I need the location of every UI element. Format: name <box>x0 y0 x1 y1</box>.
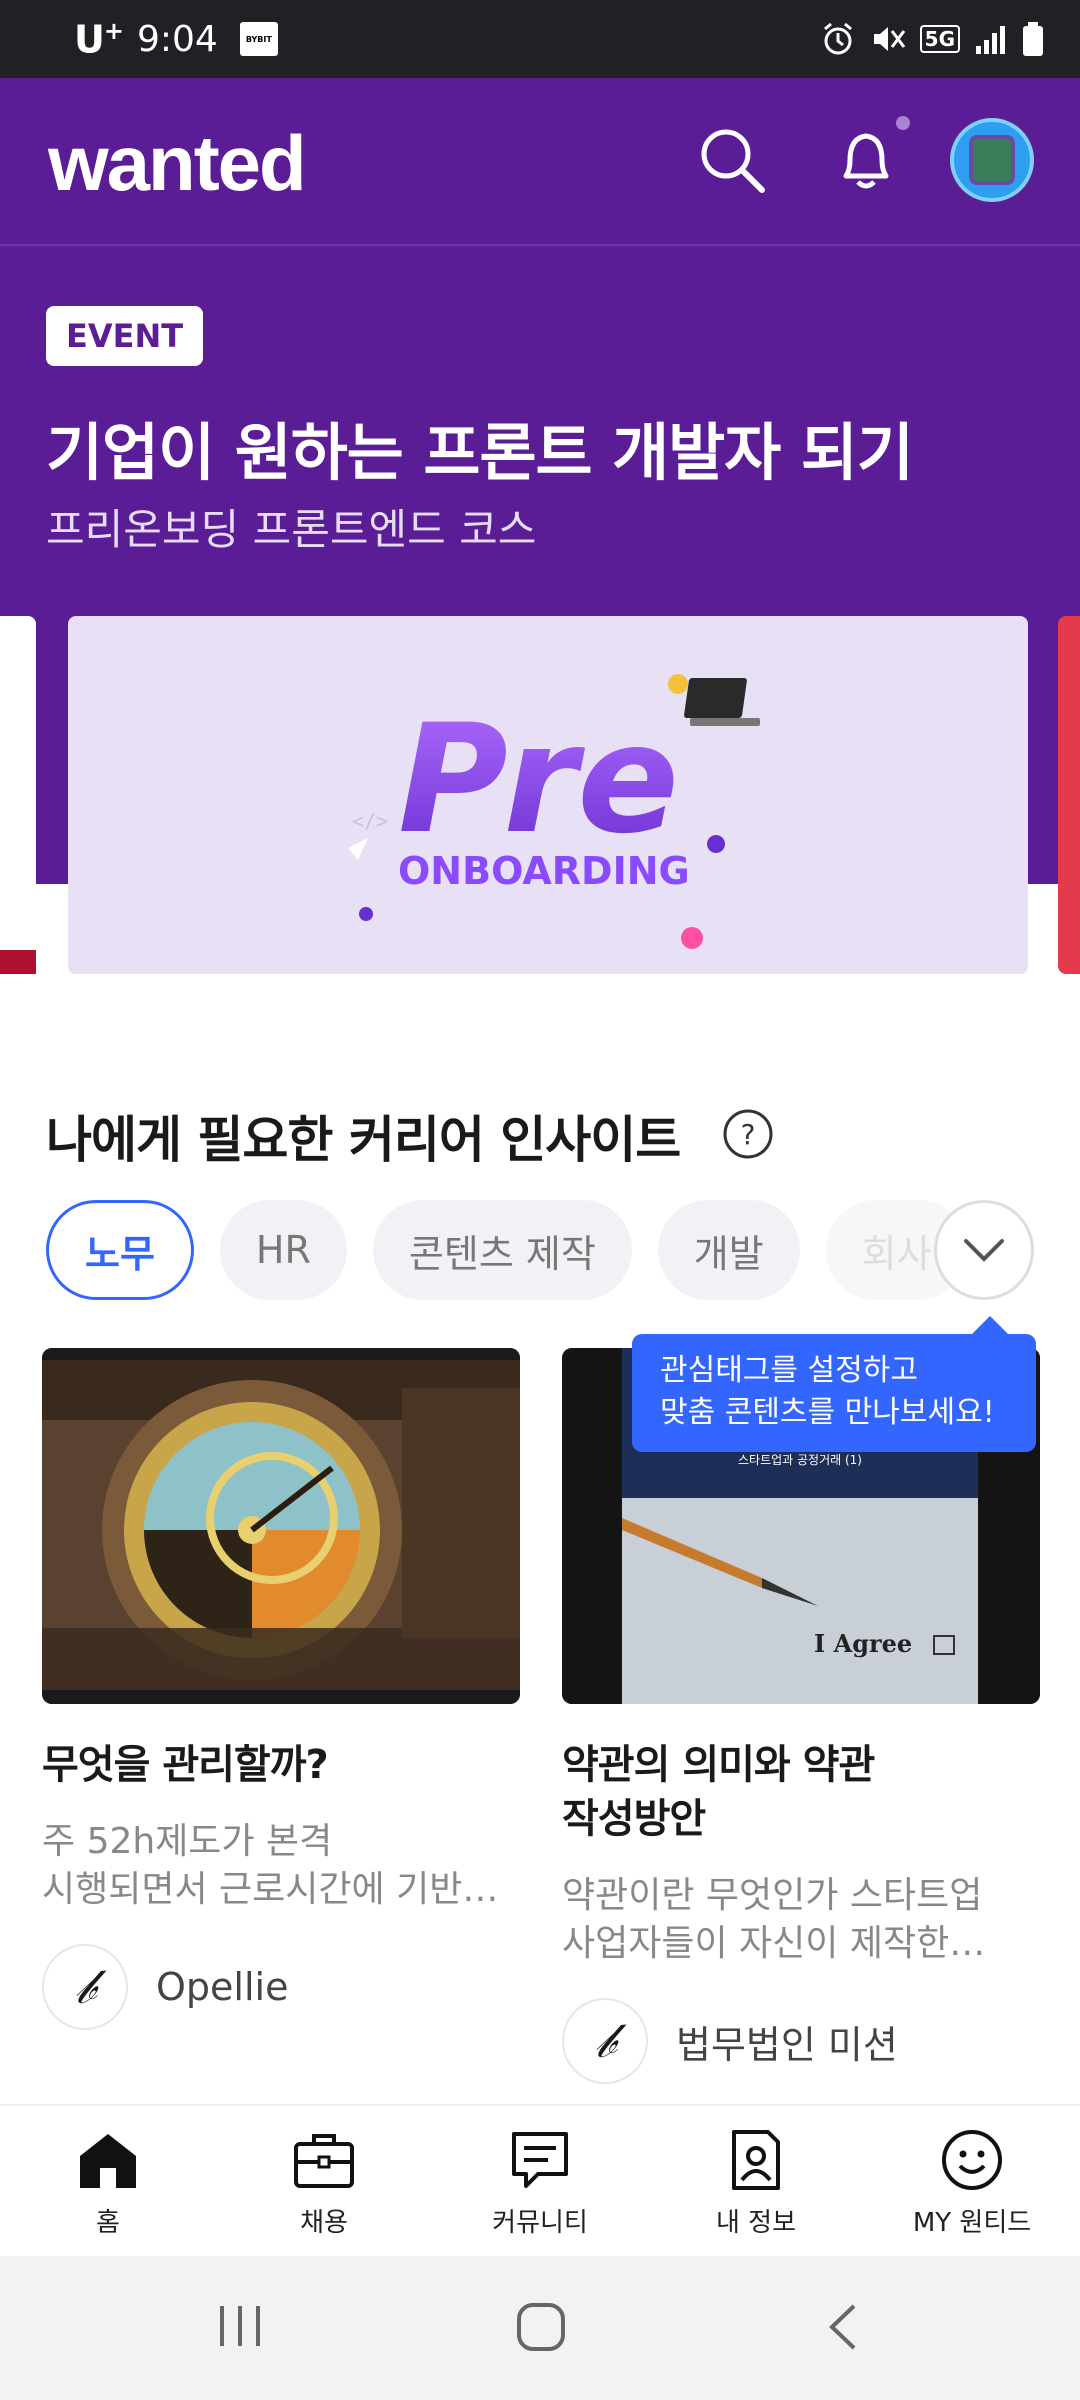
expand-tags-button[interactable] <box>934 1200 1034 1300</box>
signal-icon <box>976 26 1005 54</box>
svg-text:Pre: Pre <box>398 693 679 867</box>
alarm-icon <box>823 22 852 55</box>
prev-banner-card[interactable] <box>0 616 36 974</box>
home-icon <box>80 2134 136 2188</box>
nav-community[interactable]: 커뮤니티 <box>432 2106 648 2256</box>
nav-label: 홈 <box>96 2208 120 2238</box>
svg-text:I Agree: I Agree <box>814 1629 912 1658</box>
tag-tooltip[interactable]: 관심태그를 설정하고 맞춤 콘텐츠를 만나보세요! <box>632 1334 1036 1452</box>
svg-text:?: ? <box>741 1118 756 1151</box>
chip-hr[interactable]: HR <box>219 1200 347 1300</box>
nav-label: MY 원티드 <box>912 2208 1032 2238</box>
tag-chips: 노무 HR 콘텐츠 제작 개발 회사 <box>46 1200 968 1300</box>
insight-card[interactable]: 스타트업과 공정거래 (1) I Agree 약관의 의미와 약관 작성방안 약… <box>562 1348 1040 2084</box>
author-name: Opellie <box>156 1965 289 2009</box>
author-name: 법무법인 미션 <box>676 2022 898 2067</box>
svg-text:ONBOARDING: ONBOARDING <box>398 849 690 893</box>
insight-card[interactable]: 무엇을 관리할까? 주 52h제도가 본격 시행되면서 근로시간에 기반… 𝒷 … <box>42 1348 520 2030</box>
app-header: wanted <box>0 78 1080 244</box>
nav-label: 채용 <box>300 2208 348 2238</box>
briefcase-icon <box>294 2134 354 2188</box>
profile-avatar[interactable] <box>950 118 1034 202</box>
battery-icon <box>1023 22 1043 56</box>
system-navigation-bar <box>0 2256 1080 2400</box>
divider <box>0 244 1080 246</box>
help-icon[interactable]: ? <box>722 1108 774 1160</box>
card-author[interactable]: 𝒷 법무법인 미션 <box>562 1998 1040 2084</box>
chip-dev[interactable]: 개발 <box>657 1200 800 1300</box>
tooltip-arrow <box>972 1316 1008 1334</box>
card-title: 무엇을 관리할까? <box>42 1742 329 1788</box>
bell-icon[interactable] <box>830 124 902 196</box>
card-thumbnail <box>42 1348 520 1704</box>
author-avatar: 𝒷 <box>562 1998 648 2084</box>
network-5g-icon: 5G <box>919 25 960 53</box>
svg-text:스타트업과 공정거래 (1): 스타트업과 공정거래 (1) <box>738 1453 862 1467</box>
nav-my-wanted[interactable]: MY 원티드 <box>864 2106 1080 2256</box>
smiley-icon <box>942 2130 1002 2190</box>
author-avatar: 𝒷 <box>42 1944 128 2030</box>
nav-label: 내 정보 <box>715 2208 797 2238</box>
event-badge: EVENT <box>46 306 204 366</box>
card-title: 약관의 의미와 약관 작성방안 <box>562 1742 875 1842</box>
clock-image <box>42 1348 520 1704</box>
svg-text:</>: </> <box>352 809 388 833</box>
hero-title[interactable]: 기업이 원하는 프론트 개발자 되기 <box>46 402 914 492</box>
search-icon[interactable] <box>696 124 768 196</box>
chip-labor[interactable]: 노무 <box>46 1200 194 1300</box>
nav-jobs[interactable]: 채용 <box>216 2106 432 2256</box>
card-description: 주 52h제도가 본격 시행되면서 근로시간에 기반… <box>42 1821 499 1910</box>
nav-my-info[interactable]: 내 정보 <box>648 2106 864 2256</box>
nav-home[interactable]: 홈 <box>0 2106 216 2256</box>
chevron-down-icon <box>964 1239 1004 1262</box>
event-banner[interactable]: Pre ONBOARDING </> <box>68 616 1028 974</box>
carrier-label: U+ <box>74 16 124 62</box>
wanted-logo[interactable]: wanted <box>48 118 307 209</box>
bybit-app-icon: BYBIT <box>239 22 278 56</box>
card-description: 약관이란 무엇인가 스타트업 사업자들이 자신이 제작한… <box>562 1875 986 1964</box>
next-banner-card[interactable] <box>1058 616 1080 974</box>
status-bar: U+ 9:04 BYBIT 5G <box>0 0 1080 78</box>
profile-document-icon <box>732 2130 780 2190</box>
notification-dot <box>896 116 910 130</box>
bottom-navigation: 홈 채용 커뮤니티 내 정보 MY 원티드 <box>0 2104 1080 2256</box>
home-button-icon[interactable] <box>516 2302 566 2352</box>
pre-onboarding-illustration: Pre ONBOARDING </> <box>348 674 760 949</box>
back-icon[interactable] <box>826 2302 860 2352</box>
recent-apps-icon[interactable] <box>218 2302 264 2350</box>
mute-icon <box>873 27 905 51</box>
chip-content[interactable]: 콘텐츠 제작 <box>372 1200 632 1300</box>
card-author[interactable]: 𝒷 Opellie <box>42 1944 520 2030</box>
status-time: 9:04 <box>136 18 218 60</box>
hero-subtitle: 프리온보딩 프론트엔드 코스 <box>46 505 537 554</box>
nav-label: 커뮤니티 <box>492 2208 588 2238</box>
chat-icon <box>512 2132 568 2188</box>
section-title: 나에게 필요한 커리어 인사이트 <box>46 1111 681 1169</box>
